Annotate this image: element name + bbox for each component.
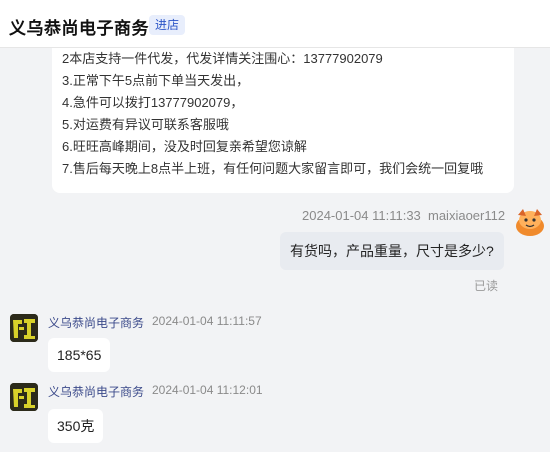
- user-avatar-icon[interactable]: [513, 204, 547, 238]
- message-time: 2024-01-04 11:11:57: [152, 314, 262, 328]
- shop-name-title: 义乌恭尚电子商务: [9, 19, 149, 38]
- message-time: 2024-01-04 11:11:33: [302, 208, 421, 223]
- notice-line: 2本店支持一件代发，代发详情关注围心：13777902079: [62, 51, 383, 66]
- shop-message-bubble[interactable]: 185*65: [48, 338, 111, 372]
- chat-header: 义乌恭尚电子商务 进店: [0, 0, 550, 48]
- notice-line: 4.急件可以拨打13777902079，: [62, 95, 244, 110]
- notice-line: 3.正常下午5点前下单当天发出，: [62, 73, 250, 88]
- notice-line: 6.旺旺高峰期间，没及时回复亲希望您谅解: [62, 139, 307, 154]
- chat-area[interactable]: 2本店支持一件代发，代发详情关注围心：13777902079 3.正常下午5点前…: [0, 48, 550, 452]
- read-status: 已读: [474, 279, 499, 293]
- notice-line: 7.售后每天晚上8点半上班，有任何问题大家留言即可，我们会统一回复哦: [62, 161, 484, 176]
- enter-shop-button[interactable]: 进店: [149, 15, 186, 35]
- sender-name: 义乌恭尚电子商务: [48, 316, 145, 330]
- message-time: 2024-01-04 11:12:01: [152, 383, 263, 397]
- shop-message-bubble[interactable]: 350克: [48, 409, 104, 443]
- sender-name: 义乌恭尚电子商务: [48, 385, 145, 399]
- notice-line: 5.对运费有异议可联系客服哦: [62, 117, 229, 132]
- my-message-bubble[interactable]: 有货吗，产品重量，尺寸是多少?: [280, 232, 504, 270]
- shop-avatar-icon[interactable]: [10, 314, 38, 342]
- shop-avatar-icon[interactable]: [10, 383, 38, 411]
- message-sender: maixiaoer112: [428, 208, 506, 223]
- shop-notice-bubble: 2本店支持一件代发，代发详情关注围心：13777902079 3.正常下午5点前…: [52, 48, 514, 193]
